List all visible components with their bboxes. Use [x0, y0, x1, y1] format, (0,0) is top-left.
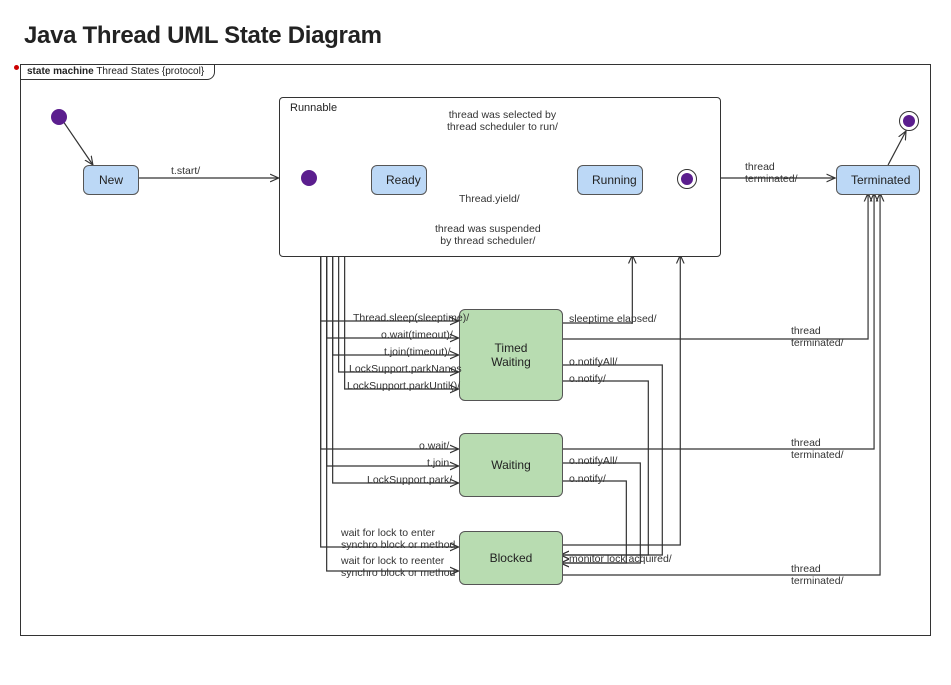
runnable-initial-pseudostate: [301, 170, 317, 186]
edge-label-lock-enter: wait for lock to enter synchro block or …: [341, 527, 455, 551]
frame-type: state machine: [27, 66, 94, 77]
edge-label-scheduler-select: thread was selected by thread scheduler …: [447, 109, 558, 133]
edge-label-suspended: thread was suspended by thread scheduler…: [435, 223, 541, 247]
edge-label-wait: o.wait/: [419, 440, 449, 452]
edge-label-park-until: LockSupport.parkUntil()/: [347, 380, 460, 392]
initial-pseudostate: [51, 109, 67, 125]
final-pseudostate: [899, 111, 919, 131]
edge-label-park: LockSupport.park/: [367, 474, 452, 486]
runnable-final-pseudostate: [677, 169, 697, 189]
edge-label-sleeptime-elapsed: sleeptime elapsed/: [569, 313, 657, 325]
state-waiting: Waiting: [459, 433, 563, 497]
edge-label-join: t.join: [427, 457, 449, 469]
state-machine-frame: state machine Thread States {protocol}: [20, 64, 931, 636]
state-ready: Ready: [371, 165, 427, 195]
state-blocked-label: Blocked: [490, 551, 533, 565]
state-blocked: Blocked: [459, 531, 563, 585]
marker-dot: [14, 65, 19, 70]
runnable-region-label: Runnable: [290, 102, 337, 114]
edge-label-tw-notifyall: o.notifyAll/: [569, 356, 617, 368]
edge-label-tw-notify: o.notify/: [569, 373, 606, 385]
state-new: New: [83, 165, 139, 195]
state-new-label: New: [99, 173, 123, 187]
state-waiting-label: Waiting: [491, 458, 531, 472]
edge-label-join-timeout: t.join(timeout)/: [384, 346, 451, 358]
edge-label-monitor-acquired: monitor lock acquired/: [569, 553, 672, 565]
edge-label-run-terminated: thread terminated/: [745, 161, 798, 185]
edge-label-lock-reenter: wait for lock to reenter synchro block o…: [341, 555, 455, 579]
state-running-label: Running: [592, 173, 637, 187]
state-terminated: Terminated: [836, 165, 920, 195]
edge-label-park-nanos: LockSupport.parkNanos: [349, 363, 462, 375]
edge-label-wait-timeout: o.wait(timeout)/: [381, 329, 453, 341]
edge-label-b-terminated: thread terminated/: [791, 563, 844, 587]
state-timed-waiting: Timed Waiting: [459, 309, 563, 401]
state-ready-label: Ready: [386, 173, 421, 187]
edge-label-w-terminated: thread terminated/: [791, 437, 844, 461]
edge-label-start: t.start/: [171, 165, 200, 177]
page-title: Java Thread UML State Diagram: [24, 22, 931, 50]
state-timed-waiting-label: Timed Waiting: [474, 341, 548, 369]
edge-label-yield: Thread.yield/: [459, 193, 520, 205]
edge-label-sleep: Thread.sleep(sleeptime)/: [353, 312, 469, 324]
edge-label-w-notifyall: o.notifyAll/: [569, 455, 617, 467]
edge-label-w-notify: o.notify/: [569, 473, 606, 485]
state-running: Running: [577, 165, 643, 195]
edge-label-tw-terminated: thread terminated/: [791, 325, 844, 349]
state-terminated-label: Terminated: [851, 173, 910, 187]
frame-header: state machine Thread States {protocol}: [20, 64, 215, 80]
frame-name: Thread States {protocol}: [96, 66, 204, 77]
